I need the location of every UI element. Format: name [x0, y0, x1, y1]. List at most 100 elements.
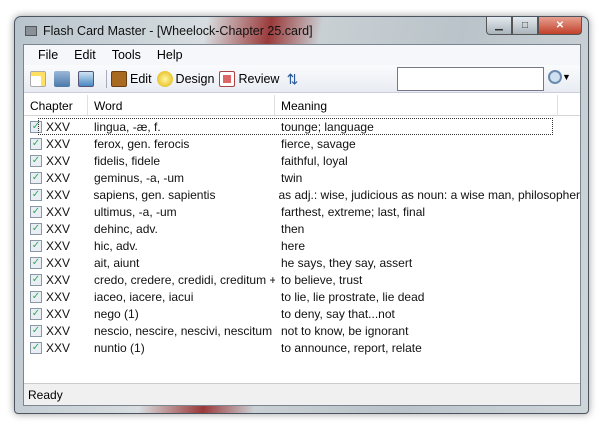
table-row[interactable]: ✓ XXV iaceo, iacere, iacui to lie, lie pros…	[24, 288, 580, 305]
column-word[interactable]: Word	[88, 95, 275, 115]
chapter-text: XXV	[46, 255, 71, 270]
chapter-text: XXV	[46, 323, 71, 338]
row-checkbox[interactable]: ✓	[30, 239, 42, 252]
row-checkbox[interactable]: ✓	[30, 137, 42, 150]
table-row[interactable]: ✓ XXV ferox, gen. ferocis fierce, savage	[24, 135, 580, 152]
meaning-cell: he says, they say, assert	[281, 255, 413, 270]
row-checkbox[interactable]: ✓	[30, 205, 42, 218]
meaning-cell: as adj.: wise, judicious as noun: a wise…	[278, 187, 581, 202]
minimize-button[interactable]: ▁	[486, 17, 512, 35]
meaning-cell: not to know, be ignorant	[281, 323, 409, 338]
meaning-cell: here	[281, 238, 306, 253]
search-button[interactable]: ▼	[548, 70, 571, 84]
chapter-text: XXV	[46, 119, 71, 134]
table-row[interactable]: ✓ XXV ultimus, -a, -um farthest, extreme; l…	[24, 203, 580, 220]
row-checkbox[interactable]: ✓	[30, 341, 42, 354]
edit-label: Edit	[130, 71, 152, 86]
app-window: Flash Card Master - [Wheelock-Chapter 25…	[14, 16, 589, 414]
menu-edit[interactable]: Edit	[66, 48, 104, 62]
column-chapter[interactable]: Chapter	[24, 95, 88, 115]
design-button[interactable]: Design	[156, 70, 215, 87]
chapter-cell: ✓ XXV	[24, 120, 88, 134]
title-bar: Flash Card Master - [Wheelock-Chapter 25…	[25, 21, 313, 41]
row-checkbox[interactable]: ✓	[30, 120, 42, 133]
row-checkbox[interactable]: ✓	[30, 154, 42, 167]
chapter-cell: ✓ XXV	[24, 341, 88, 355]
open-button[interactable]	[54, 70, 73, 87]
chapter-text: XXV	[46, 170, 71, 185]
card-list: Chapter Word Meaning ✓ XXV lingua, -æ, f. t…	[24, 95, 580, 383]
word-cell: ferox, gen. ferocis	[94, 136, 190, 151]
word-cell: iaceo, iacere, iacui	[94, 289, 194, 304]
chapter-text: XXV	[46, 221, 71, 236]
status-text: Ready	[28, 388, 63, 402]
design-label: Design	[175, 71, 215, 86]
design-icon	[156, 70, 173, 87]
chapter-text: XXV	[46, 238, 71, 253]
review-label: Review	[238, 71, 280, 86]
chapter-cell: ✓ XXV	[24, 222, 88, 236]
chapter-cell: ✓ XXV	[24, 205, 88, 219]
review-button[interactable]: Review	[219, 70, 280, 87]
save-icon	[78, 70, 94, 87]
table-row[interactable]: ✓ XXV geminus, -a, -um twin	[24, 169, 580, 186]
word-cell: dehinc, adv.	[94, 221, 158, 236]
row-checkbox[interactable]: ✓	[30, 307, 42, 320]
column-meaning[interactable]: Meaning	[275, 95, 558, 115]
meaning-cell: to believe, trust	[281, 272, 363, 287]
table-row[interactable]: ✓ XXV fidelis, fidele faithful, loyal	[24, 152, 580, 169]
menu-bar: File Edit Tools Help	[24, 45, 580, 65]
table-row[interactable]: ✓ XXV ait, aiunt he says, they say, assert	[24, 254, 580, 271]
meaning-cell: to announce, report, relate	[281, 340, 422, 355]
dropdown-arrow-icon: ▼	[562, 72, 571, 82]
table-row[interactable]: ✓ XXV sapiens, gen. sapientis as adj.: wise…	[24, 186, 580, 203]
table-row[interactable]: ✓ XXV nuntio (1) to announce, report, relat…	[24, 339, 580, 356]
status-bar: Ready	[24, 383, 580, 405]
meaning-cell: twin	[281, 170, 303, 185]
row-checkbox[interactable]: ✓	[30, 171, 42, 184]
row-checkbox[interactable]: ✓	[30, 256, 42, 269]
row-checkbox[interactable]: ✓	[30, 290, 42, 303]
close-button[interactable]: ✕	[538, 17, 582, 35]
save-button[interactable]	[78, 70, 97, 87]
row-checkbox[interactable]: ✓	[30, 188, 42, 201]
new-button[interactable]	[30, 70, 49, 87]
edit-button[interactable]: Edit	[111, 70, 152, 87]
chapter-text: XXV	[46, 136, 71, 151]
word-cell: lingua, -æ, f.	[94, 119, 161, 134]
row-checkbox[interactable]: ✓	[30, 273, 42, 286]
row-checkbox[interactable]: ✓	[30, 324, 42, 337]
app-icon	[25, 26, 37, 36]
meaning-cell: to deny, say that...not	[281, 306, 395, 321]
table-row[interactable]: ✓ XXV lingua, -æ, f. tounge; language	[24, 118, 580, 135]
table-row[interactable]: ✓ XXV hic, adv. here	[24, 237, 580, 254]
word-cell: fidelis, fidele	[94, 153, 161, 168]
word-cell: sapiens, gen. sapientis	[93, 187, 216, 202]
table-row[interactable]: ✓ XXV credo, credere, credidi, creditum + …	[24, 271, 580, 288]
chapter-cell: ✓ XXV	[24, 137, 88, 151]
chapter-cell: ✓ XXV	[24, 188, 87, 202]
menu-help[interactable]: Help	[149, 48, 191, 62]
word-cell: nuntio (1)	[94, 340, 145, 355]
maximize-button[interactable]: □	[512, 17, 538, 35]
row-checkbox[interactable]: ✓	[30, 222, 42, 235]
chapter-text: XXV	[46, 272, 71, 287]
chapter-text: XXV	[46, 340, 71, 355]
table-row[interactable]: ✓ XXV nescio, nescire, nescivi, nescitum no…	[24, 322, 580, 339]
chapter-text: XXV	[46, 289, 71, 304]
sync-arrows-icon: ⇅	[286, 70, 299, 87]
chapter-cell: ✓ XXV	[24, 239, 88, 253]
sync-button[interactable]: ⇅	[284, 71, 303, 87]
list-header: Chapter Word Meaning	[24, 95, 580, 116]
search-input[interactable]	[397, 67, 544, 91]
menu-tools[interactable]: Tools	[104, 48, 149, 62]
table-row[interactable]: ✓ XXV dehinc, adv. then	[24, 220, 580, 237]
meaning-cell: to lie, lie prostrate, lie dead	[281, 289, 425, 304]
toolbar-separator	[106, 69, 107, 88]
table-row[interactable]: ✓ XXV nego (1) to deny, say that...not	[24, 305, 580, 322]
client-area: File Edit Tools Help Edit Design Review …	[23, 44, 581, 406]
word-cell: ultimus, -a, -um	[94, 204, 177, 219]
menu-file[interactable]: File	[30, 48, 66, 62]
chapter-text: XXV	[46, 153, 71, 168]
word-cell: geminus, -a, -um	[94, 170, 185, 185]
